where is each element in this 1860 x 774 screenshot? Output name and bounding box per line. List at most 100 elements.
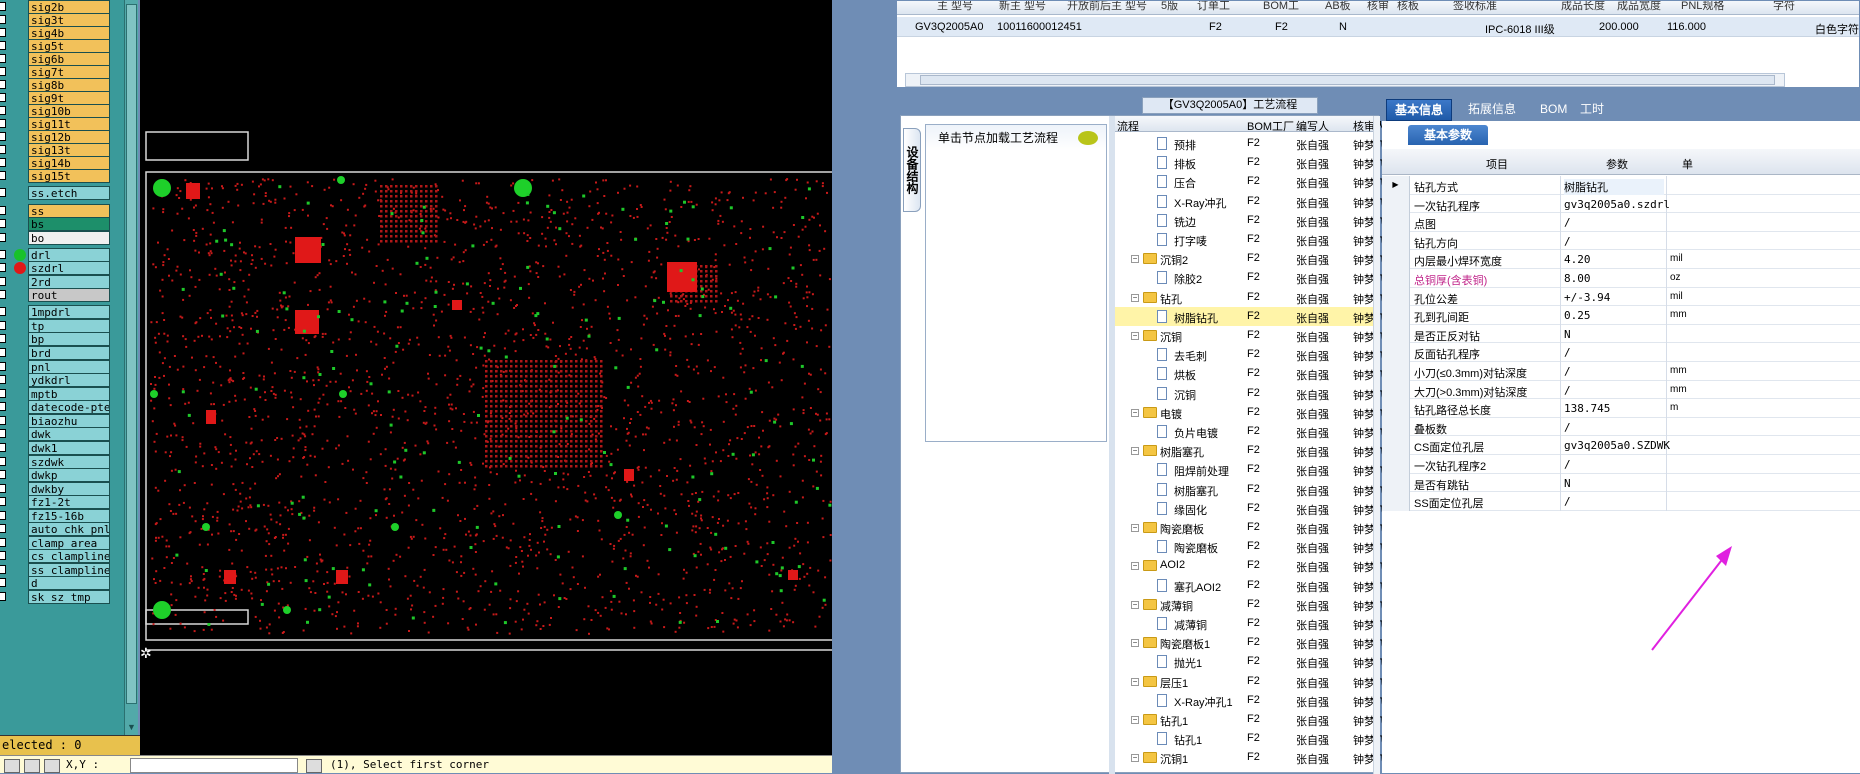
param-row[interactable]: SS面定位孔层 /	[1382, 492, 1860, 511]
layer-name[interactable]: pnl	[28, 360, 110, 374]
layer-name[interactable]: datecode-pte	[28, 400, 110, 414]
param-row[interactable]: 一次钻孔程序 gv3q2005a0.szdrl	[1382, 194, 1860, 214]
layer-row[interactable]: clamp_area	[0, 536, 112, 550]
param-row[interactable]: 总铜厚(含表铜) 8.00 oz	[1382, 269, 1860, 288]
layer-name[interactable]: sig3t	[28, 13, 110, 27]
layer-name[interactable]: sig7t	[28, 65, 110, 79]
flow-tree-row[interactable]: 沉铜F2张自强钟梦飞已审核	[1115, 384, 1450, 403]
layer-row[interactable]: dwkp	[0, 468, 112, 482]
layer-checkbox[interactable]	[0, 290, 6, 299]
expand-toggle-icon[interactable]: −	[1131, 332, 1139, 340]
flow-tree-row[interactable]: X-Ray冲孔1F2张自强钟梦飞已审核	[1115, 691, 1450, 710]
layer-row[interactable]: 2rd	[0, 275, 112, 289]
layer-checkbox[interactable]	[0, 15, 6, 24]
layer-checkbox[interactable]	[0, 263, 6, 272]
layer-row[interactable]: drl	[0, 248, 112, 262]
flow-tree-row[interactable]: −电镀F2张自强钟梦飞已审核	[1115, 403, 1450, 422]
param-row[interactable]: 内层最小焊环宽度 4.20 mil	[1382, 250, 1860, 269]
layer-name[interactable]: sig13t	[28, 143, 110, 157]
layer-checkbox[interactable]	[0, 145, 6, 154]
layer-name[interactable]: ss	[28, 204, 110, 218]
layer-row[interactable]: pnl	[0, 360, 112, 374]
layer-name[interactable]: sig8b	[28, 78, 110, 92]
layer-name[interactable]: mptb	[28, 387, 110, 401]
layer-name[interactable]: sig9t	[28, 91, 110, 105]
layer-checkbox[interactable]	[0, 389, 6, 398]
param-row[interactable]: 钻孔方向 /	[1382, 231, 1860, 251]
layer-row[interactable]: 1mpdrl	[0, 305, 112, 319]
layer-row[interactable]: ss	[0, 204, 112, 218]
param-row[interactable]: 一次钻孔程序2/	[1382, 455, 1860, 474]
flow-tree-row[interactable]: −沉铜F2张自强钟梦飞已审核	[1115, 326, 1450, 345]
layer-checkbox[interactable]	[0, 277, 6, 286]
flow-tree-row[interactable]: 去毛刺F2张自强钟梦飞已审核	[1115, 345, 1450, 364]
layer-name[interactable]: rout	[28, 288, 110, 302]
layer-checkbox[interactable]	[0, 511, 6, 520]
tab-extended-info[interactable]: 拓展信息	[1460, 99, 1524, 121]
layer-name[interactable]: biaozhu	[28, 414, 110, 428]
layer-row[interactable]: sig4b	[0, 26, 112, 40]
layer-row[interactable]: datecode-pte	[0, 400, 112, 414]
flow-tree-row[interactable]: 负片电镀F2张自强钟梦飞已审核	[1115, 422, 1450, 441]
flow-tree-row[interactable]: 铣边F2张自强钟梦飞已审核	[1115, 211, 1450, 230]
layer-row[interactable]: d	[0, 576, 112, 590]
flow-tree-row[interactable]: 陶瓷磨板F2张自强钟梦飞已审核	[1115, 537, 1450, 556]
flow-tree-row[interactable]: 阻焊前处理F2张自强钟梦飞已审核	[1115, 460, 1450, 479]
layer-name[interactable]: clamp_area	[28, 536, 110, 550]
layer-checkbox[interactable]	[0, 443, 6, 452]
layer-name[interactable]: sig6b	[28, 52, 110, 66]
layer-name[interactable]: dwk	[28, 427, 110, 441]
cmd-button-3[interactable]	[44, 759, 60, 773]
cmd-button-2[interactable]	[24, 759, 40, 773]
param-row[interactable]: 是否正反对钻 N	[1382, 324, 1860, 344]
layer-row[interactable]: bs	[0, 217, 112, 231]
layer-name[interactable]: bp	[28, 332, 110, 346]
flow-tree-row[interactable]: −钻孔F2张自强钟梦飞已审核	[1115, 288, 1450, 307]
layer-row[interactable]: sig7t	[0, 65, 112, 79]
layer-checkbox[interactable]	[0, 524, 6, 533]
flow-tree-row[interactable]: −陶瓷磨板F2张自强钟梦飞已审核	[1115, 518, 1450, 537]
layer-checkbox[interactable]	[0, 219, 6, 228]
expand-toggle-icon[interactable]: −	[1131, 600, 1139, 609]
cmd-button-1[interactable]	[4, 759, 20, 773]
layer-row[interactable]: fz1-2t	[0, 495, 112, 509]
param-row[interactable]: 叠板数 /	[1382, 417, 1860, 437]
layer-row[interactable]: sig5t	[0, 39, 112, 53]
layer-name[interactable]: sig15t	[28, 169, 110, 183]
param-row[interactable]: 小刀(≤0.3mm)对钻深度 / mm	[1382, 362, 1860, 381]
param-row[interactable]: 钻孔路径总长度 138.745 m	[1382, 399, 1860, 418]
layer-name[interactable]: bo	[28, 231, 110, 245]
expand-toggle-icon[interactable]: −	[1131, 408, 1139, 417]
layer-row[interactable]: sig13t	[0, 143, 112, 157]
layer-checkbox[interactable]	[0, 307, 6, 316]
expand-toggle-icon[interactable]: −	[1131, 754, 1139, 763]
layer-row[interactable]: brd	[0, 346, 112, 360]
layer-row[interactable]: sig10b	[0, 104, 112, 118]
flow-tree-row[interactable]: −沉铜1F2张自强钟梦飞已审核	[1115, 748, 1450, 767]
layer-name[interactable]: dwkby	[28, 482, 110, 496]
layer-row[interactable]: sig6b	[0, 52, 112, 66]
layer-scrollbar[interactable]: ▼	[124, 0, 138, 735]
layer-checkbox[interactable]	[0, 2, 6, 11]
layer-row[interactable]: dwk1	[0, 441, 112, 455]
layer-checkbox[interactable]	[0, 592, 6, 601]
flow-tree-row[interactable]: −减薄铜F2张自强钟梦飞已审核	[1115, 595, 1450, 614]
expand-toggle-icon[interactable]: −	[1131, 524, 1139, 532]
layer-checkbox[interactable]	[0, 67, 6, 76]
layer-checkbox[interactable]	[0, 334, 6, 343]
flow-tree-row[interactable]: 树脂塞孔F2张自强钟梦飞已审核	[1115, 480, 1450, 499]
layer-row[interactable]: sig3t	[0, 13, 112, 27]
layer-checkbox[interactable]	[0, 28, 6, 37]
flow-tree-row[interactable]: X-Ray冲孔F2张自强钟梦飞已审核	[1115, 192, 1450, 211]
layer-checkbox[interactable]	[0, 484, 6, 493]
flow-tree-row[interactable]: −树脂塞孔F2张自强钟梦飞已审核	[1115, 441, 1450, 460]
layer-name[interactable]: sk_sz_tmp	[28, 590, 110, 604]
layer-checkbox[interactable]	[0, 497, 6, 506]
flow-tree-row[interactable]: 排板F2张自强钟梦飞已审核	[1115, 153, 1450, 172]
layer-row[interactable]: mptb	[0, 387, 112, 401]
expand-toggle-icon[interactable]: −	[1131, 255, 1139, 264]
tab-hours[interactable]: 工时	[1572, 99, 1612, 121]
flow-tree-row[interactable]: 除胶2F2张自强钟梦飞已审核	[1115, 268, 1450, 287]
layer-row[interactable]: auto_chk_pnl	[0, 522, 112, 536]
layer-checkbox[interactable]	[0, 565, 6, 574]
